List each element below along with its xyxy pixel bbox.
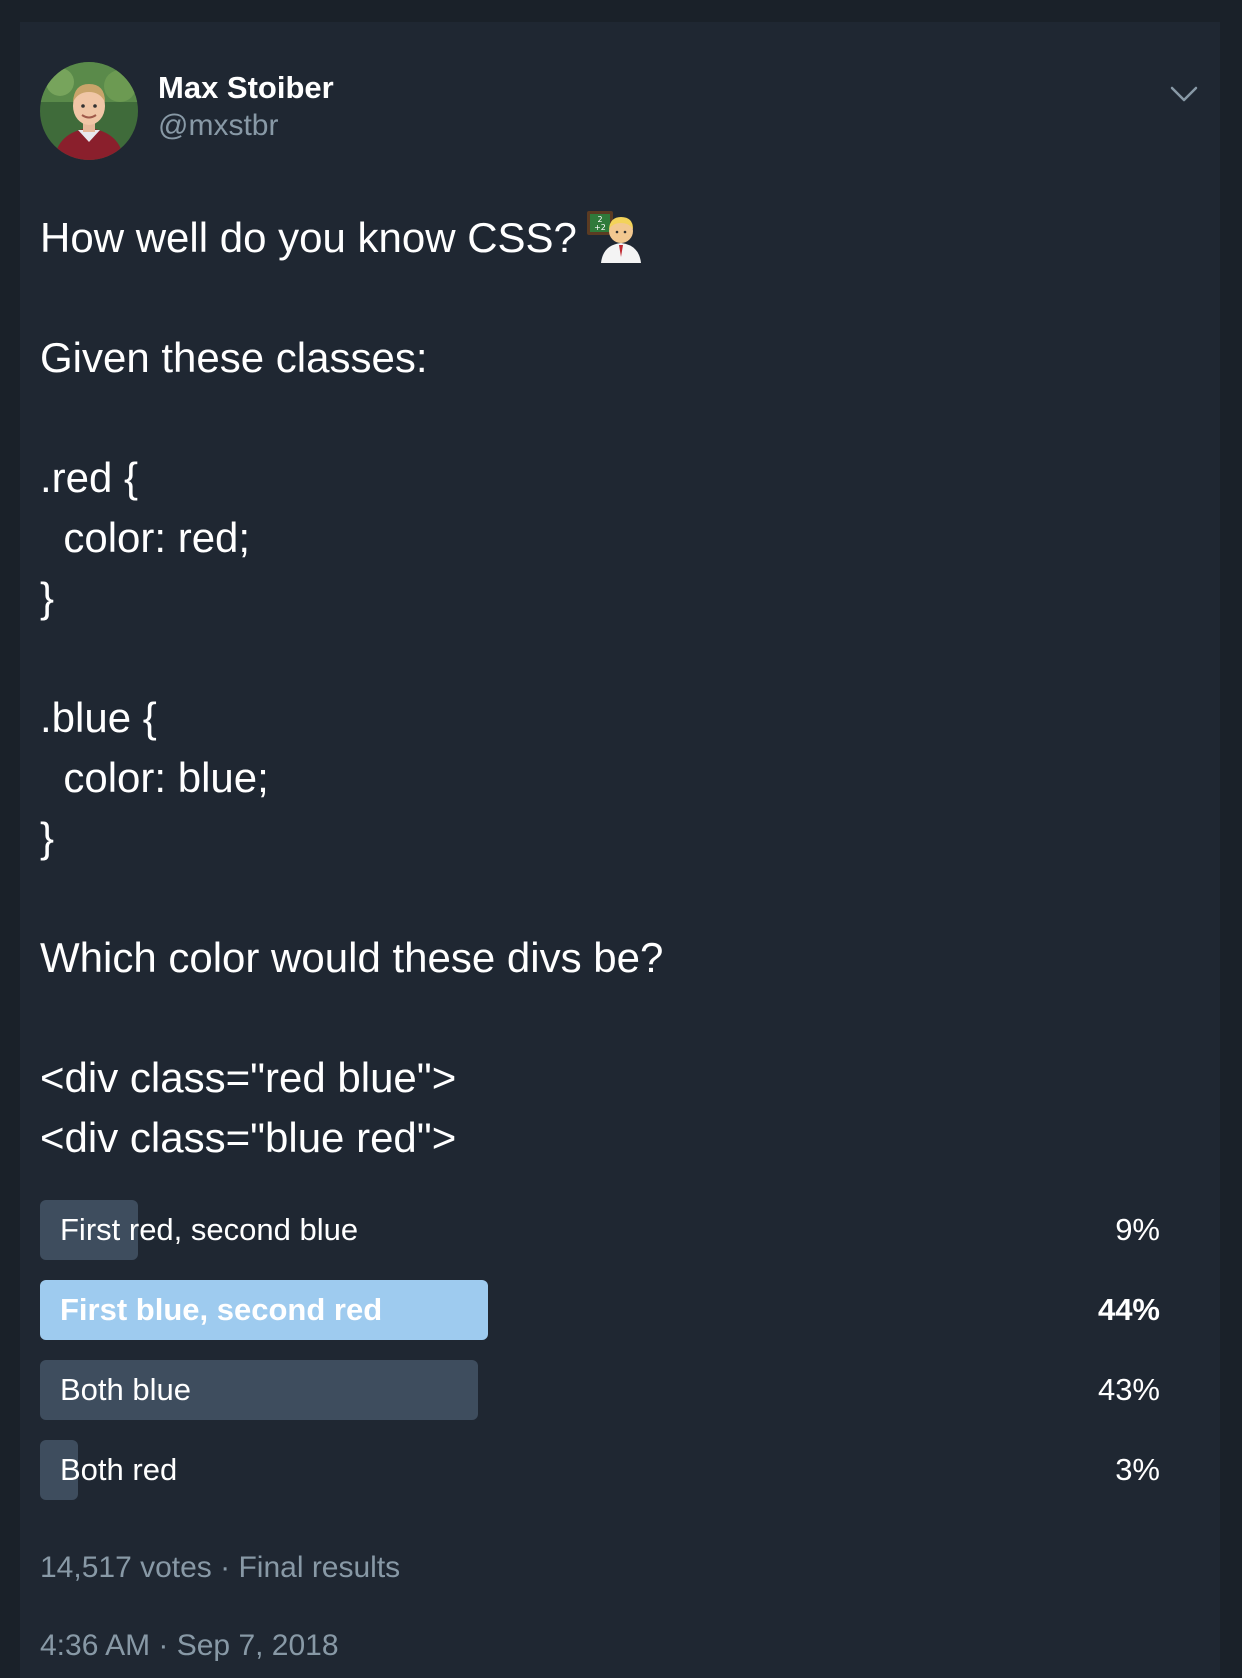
author-handle[interactable]: @mxstbr [158,108,278,144]
tweet-timestamp[interactable]: 4:36 AM · Sep 7, 2018 [40,1626,339,1666]
poll-option-label: Both blue [60,1372,191,1407]
poll-option-label: Both red [60,1452,178,1487]
tweet-line: .red { [40,454,139,501]
poll-option-label: First blue, second red [60,1292,383,1327]
tweet-line: } [40,814,55,861]
tweet-line [40,268,1190,328]
tweet-line [40,868,1190,928]
avatar[interactable] [40,62,138,160]
tweet-line: Which color would these divs be? [40,934,664,981]
man-teacher-emoji-icon: 2 +2 [585,207,641,263]
tweet-line: color: blue; [40,754,269,801]
tweet-line-text: How well do you know CSS? [40,214,577,261]
tweet-line: .blue { [40,694,157,741]
tweet-card: Max Stoiber @mxstbr How well do you know… [20,22,1220,1678]
tweet-line [40,388,1190,448]
tweet-line: <div class="blue red"> [40,1114,457,1161]
author-name[interactable]: Max Stoiber [158,70,334,106]
chevron-down-icon[interactable] [1164,80,1204,110]
poll-votes-summary: 14,517 votes · Final results [40,1551,401,1584]
poll-option-percent: 43% [1097,1372,1160,1407]
tweet-line [40,988,1190,1048]
poll-option: First blue, second red 44% [40,1280,1200,1340]
tweet-line: <div class="red blue"> [40,1054,457,1101]
poll: First red, second blue 9% First blue, se… [40,1200,1200,1520]
poll-option: Both red 3% [40,1440,1200,1500]
tweet-line: How well do you know CSS? 2 +2 [40,208,1190,268]
tweet-line [40,628,1190,688]
poll-option: Both blue 43% [40,1360,1200,1420]
page: Max Stoiber @mxstbr How well do you know… [0,0,1242,1678]
tweet-text: How well do you know CSS? 2 +2 Given the… [40,208,1190,1168]
tweet-line: } [40,574,55,621]
svg-text:+2: +2 [594,223,606,232]
tweet-line: color: red; [40,514,251,561]
poll-option-label: First red, second blue [60,1212,359,1247]
poll-option-percent: 9% [1115,1212,1160,1247]
tweet-line: Given these classes: [40,334,428,381]
poll-option-percent: 3% [1115,1452,1160,1487]
poll-option-percent: 44% [1097,1292,1160,1327]
poll-option: First red, second blue 9% [40,1200,1200,1260]
